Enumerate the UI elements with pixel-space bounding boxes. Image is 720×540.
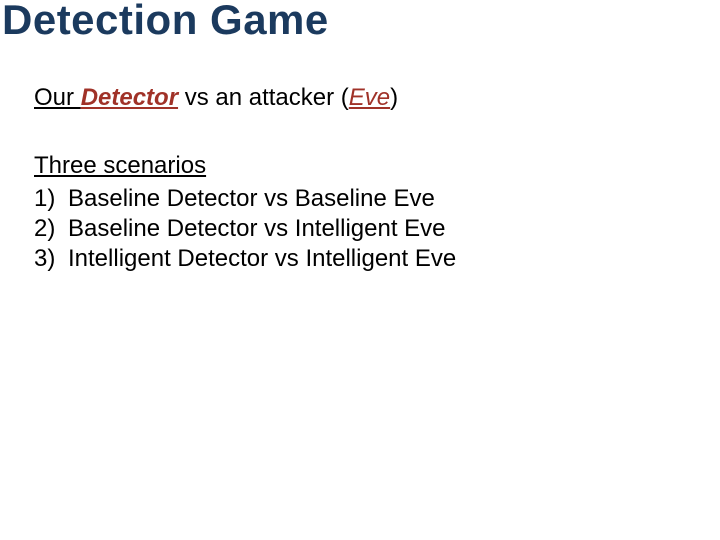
- item-text: Baseline Detector vs Intelligent Eve: [68, 215, 446, 242]
- item-number: 2): [34, 214, 68, 244]
- subtitle-detector: Detector: [81, 84, 178, 111]
- list-item: 3)Intelligent Detector vs Intelligent Ev…: [34, 244, 456, 274]
- item-text: Intelligent Detector vs Intelligent Eve: [68, 245, 456, 272]
- item-number: 1): [34, 184, 68, 214]
- subtitle-close: ): [390, 84, 398, 111]
- subtitle-mid: vs an attacker (: [178, 84, 349, 111]
- list-item: 2)Baseline Detector vs Intelligent Eve: [34, 214, 456, 244]
- list-item: 1)Baseline Detector vs Baseline Eve: [34, 184, 456, 214]
- subtitle-line: Our Detector vs an attacker (Eve): [34, 84, 398, 112]
- item-text: Baseline Detector vs Baseline Eve: [68, 185, 435, 212]
- subtitle-eve: Eve: [349, 84, 390, 111]
- subtitle-our: Our: [34, 84, 81, 111]
- slide: Detection Game Our Detector vs an attack…: [0, 0, 720, 540]
- slide-title: Detection Game: [2, 0, 329, 44]
- scenarios-heading: Three scenarios: [34, 152, 206, 180]
- item-number: 3): [34, 244, 68, 274]
- scenarios-list: 1)Baseline Detector vs Baseline Eve 2)Ba…: [34, 184, 456, 274]
